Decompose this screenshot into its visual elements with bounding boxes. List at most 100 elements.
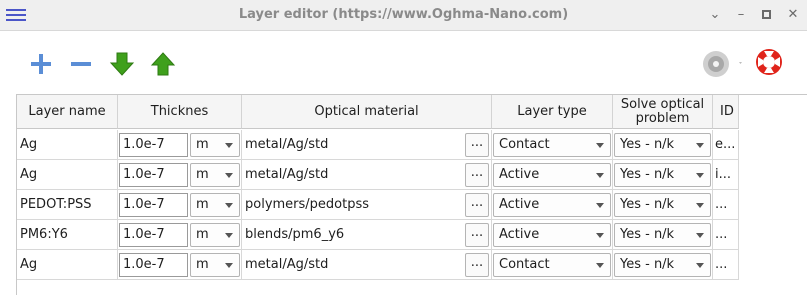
layer-id: ... <box>715 227 728 242</box>
thickness-input[interactable]: 1.0e-7 <box>119 133 188 157</box>
layer-name-cell[interactable]: PEDOT:PSS <box>17 190 118 220</box>
unit-value: m <box>196 137 209 152</box>
id-cell[interactable]: e... <box>713 130 739 160</box>
material-cell[interactable]: metal/Ag/std... <box>242 250 492 280</box>
layer-name: Ag <box>20 257 38 272</box>
toolbar <box>0 31 807 93</box>
solve-optical-cell: Yes - n/k <box>613 160 713 190</box>
chevron-down-icon <box>225 263 233 268</box>
minimize-icon[interactable]: – <box>733 7 749 23</box>
column-header-solve-optical[interactable]: Solve optical problem <box>613 95 713 129</box>
chevron-down-icon <box>225 203 233 208</box>
layer-type-cell: Contact <box>492 250 613 280</box>
layer-type-cell: Active <box>492 160 613 190</box>
help-button[interactable] <box>754 47 784 77</box>
layer-type-select[interactable]: Active <box>493 223 611 247</box>
disk-icon <box>703 51 742 77</box>
chevron-down-icon <box>696 263 704 268</box>
thickness-cell: 1.0e-7 m <box>118 220 242 250</box>
thickness-input[interactable]: 1.0e-7 <box>119 223 188 247</box>
solve-optical-select[interactable]: Yes - n/k <box>614 223 711 247</box>
material-cell[interactable]: blends/pm6_y6... <box>242 220 492 250</box>
material-path: blends/pm6_y6 <box>245 227 345 242</box>
solve-optical-select[interactable]: Yes - n/k <box>614 133 711 157</box>
unit-value: m <box>196 197 209 212</box>
id-cell[interactable]: ... <box>713 220 739 250</box>
unit-select[interactable]: m <box>190 253 240 277</box>
browse-material-button[interactable]: ... <box>465 253 489 277</box>
unit-value: m <box>196 167 209 182</box>
title-bar: Layer editor (https://www.Oghma-Nano.com… <box>0 0 807 31</box>
column-header-layer-name[interactable]: Layer name <box>17 95 118 129</box>
solve-optical-cell: Yes - n/k <box>613 250 713 280</box>
layer-name-cell[interactable]: Ag <box>17 250 118 280</box>
material-path: metal/Ag/std <box>245 257 329 272</box>
solve-optical-value: Yes - n/k <box>620 197 675 212</box>
help-lifebuoy-icon <box>756 49 782 75</box>
unit-select[interactable]: m <box>190 193 240 217</box>
column-header-thickness[interactable]: Thicknes <box>118 95 242 129</box>
chevron-down-icon <box>696 203 704 208</box>
solve-optical-select[interactable]: Yes - n/k <box>614 253 711 277</box>
maximize-icon[interactable] <box>759 7 775 23</box>
id-cell[interactable]: ... <box>713 190 739 220</box>
layer-id: e... <box>715 137 736 152</box>
chevron-down-icon <box>696 233 704 238</box>
column-header-optical-material[interactable]: Optical material <box>242 95 492 129</box>
chevron-down-icon <box>596 263 604 268</box>
close-icon[interactable]: ✕ <box>785 7 801 23</box>
layer-type-cell: Active <box>492 190 613 220</box>
solve-optical-select[interactable]: Yes - n/k <box>614 163 711 187</box>
move-down-icon <box>109 52 135 76</box>
table-row: PEDOT:PSS 1.0e-7 m polymers/pedotpss... Acti… <box>17 190 739 220</box>
layer-type-select[interactable]: Active <box>493 163 611 187</box>
add-icon <box>31 54 51 74</box>
add-layer-button[interactable] <box>28 51 54 77</box>
remove-icon <box>71 62 91 66</box>
column-header-layer-type[interactable]: Layer type <box>492 95 613 129</box>
thickness-cell: 1.0e-7 m <box>118 130 242 160</box>
id-cell[interactable]: i... <box>713 160 739 190</box>
layer-id: i... <box>715 167 732 182</box>
material-path: polymers/pedotpss <box>245 197 370 212</box>
layer-type-select[interactable]: Active <box>493 193 611 217</box>
unit-select[interactable]: m <box>190 133 240 157</box>
chevron-down-icon <box>225 173 233 178</box>
layer-type-value: Active <box>499 167 540 182</box>
layer-name: PEDOT:PSS <box>20 197 92 212</box>
layer-name-cell[interactable]: Ag <box>17 130 118 160</box>
unit-select[interactable]: m <box>190 163 240 187</box>
thickness-input[interactable]: 1.0e-7 <box>119 193 188 217</box>
solve-optical-select[interactable]: Yes - n/k <box>614 193 711 217</box>
unit-value: m <box>196 257 209 272</box>
thickness-input[interactable]: 1.0e-7 <box>119 163 188 187</box>
shade-icon[interactable]: ⌄ <box>707 7 723 23</box>
chevron-down-icon <box>696 143 704 148</box>
browse-material-button[interactable]: ... <box>465 193 489 217</box>
browse-material-button[interactable]: ... <box>465 163 489 187</box>
move-up-button[interactable] <box>150 51 176 77</box>
material-cell[interactable]: metal/Ag/std... <box>242 160 492 190</box>
material-cell[interactable]: polymers/pedotpss... <box>242 190 492 220</box>
layer-name-cell[interactable]: PM6:Y6 <box>17 220 118 250</box>
column-header-id[interactable]: ID <box>713 95 739 129</box>
layer-name-cell[interactable]: Ag <box>17 160 118 190</box>
thickness-input[interactable]: 1.0e-7 <box>119 253 188 277</box>
chevron-down-icon <box>596 143 604 148</box>
solve-optical-cell: Yes - n/k <box>613 190 713 220</box>
solve-optical-value: Yes - n/k <box>620 227 675 242</box>
table-row: Ag 1.0e-7 m metal/Ag/std... Active Yes - n/k i… <box>17 160 739 190</box>
browse-material-button[interactable]: ... <box>465 133 489 157</box>
id-cell[interactable]: ... <box>713 250 739 280</box>
unit-select[interactable]: m <box>190 223 240 247</box>
layer-type-value: Active <box>499 197 540 212</box>
layer-type-select[interactable]: Contact <box>493 133 611 157</box>
disk-menu-button[interactable] <box>701 49 743 79</box>
move-down-button[interactable] <box>109 51 135 77</box>
chevron-down-icon <box>696 173 704 178</box>
remove-layer-button[interactable] <box>68 51 94 77</box>
layer-type-select[interactable]: Contact <box>493 253 611 277</box>
layer-name: Ag <box>20 167 38 182</box>
material-cell[interactable]: metal/Ag/std... <box>242 130 492 160</box>
browse-material-button[interactable]: ... <box>465 223 489 247</box>
